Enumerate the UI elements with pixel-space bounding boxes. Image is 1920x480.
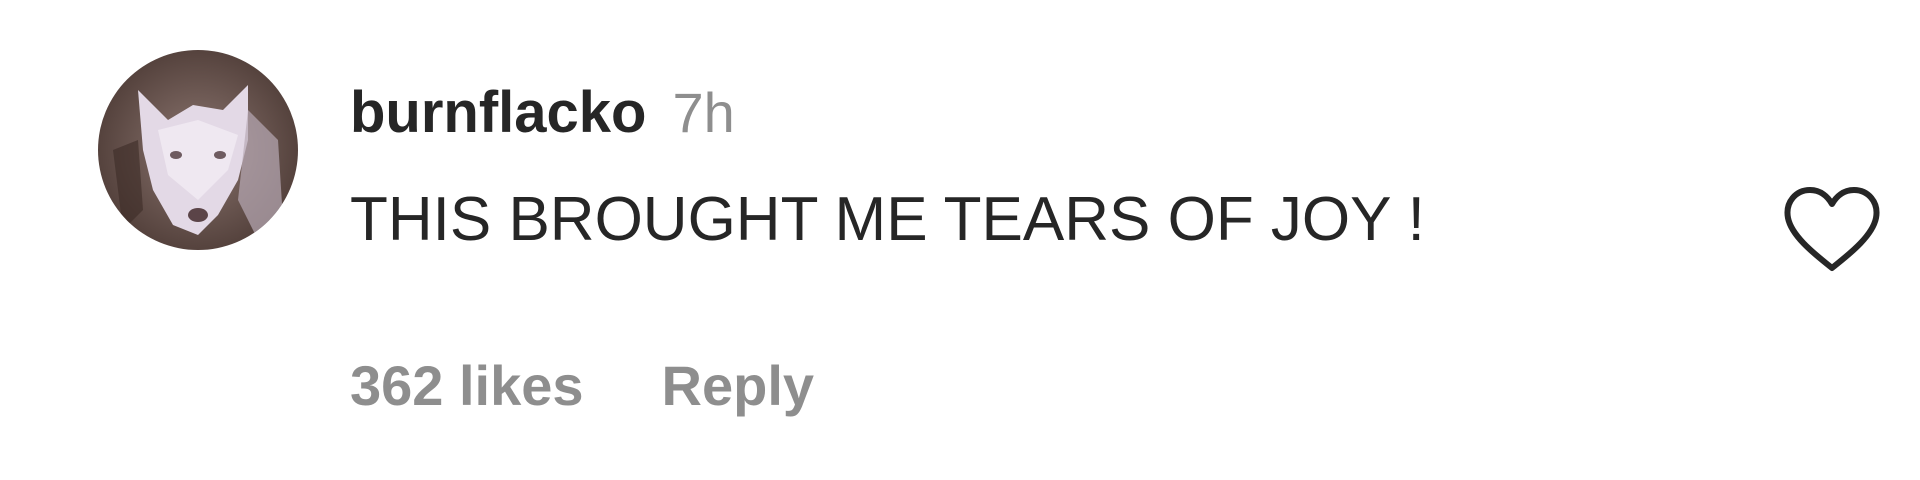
likes-count[interactable]: 362 likes	[350, 353, 584, 418]
comment-actions: 362 likes Reply	[350, 345, 814, 425]
reply-button[interactable]: Reply	[662, 353, 815, 418]
heart-outline-icon[interactable]	[1780, 180, 1884, 276]
timestamp: 7h	[672, 80, 735, 144]
comment-header: burnflacko 7h	[350, 72, 735, 152]
comment-item: burnflacko 7h THIS BROUGHT ME TEARS OF J…	[0, 0, 1920, 480]
comment-text: THIS BROUGHT ME TEARS OF JOY !	[350, 185, 1425, 254]
avatar[interactable]	[98, 50, 298, 250]
username-link[interactable]: burnflacko	[350, 79, 647, 146]
avatar-image	[98, 50, 298, 250]
